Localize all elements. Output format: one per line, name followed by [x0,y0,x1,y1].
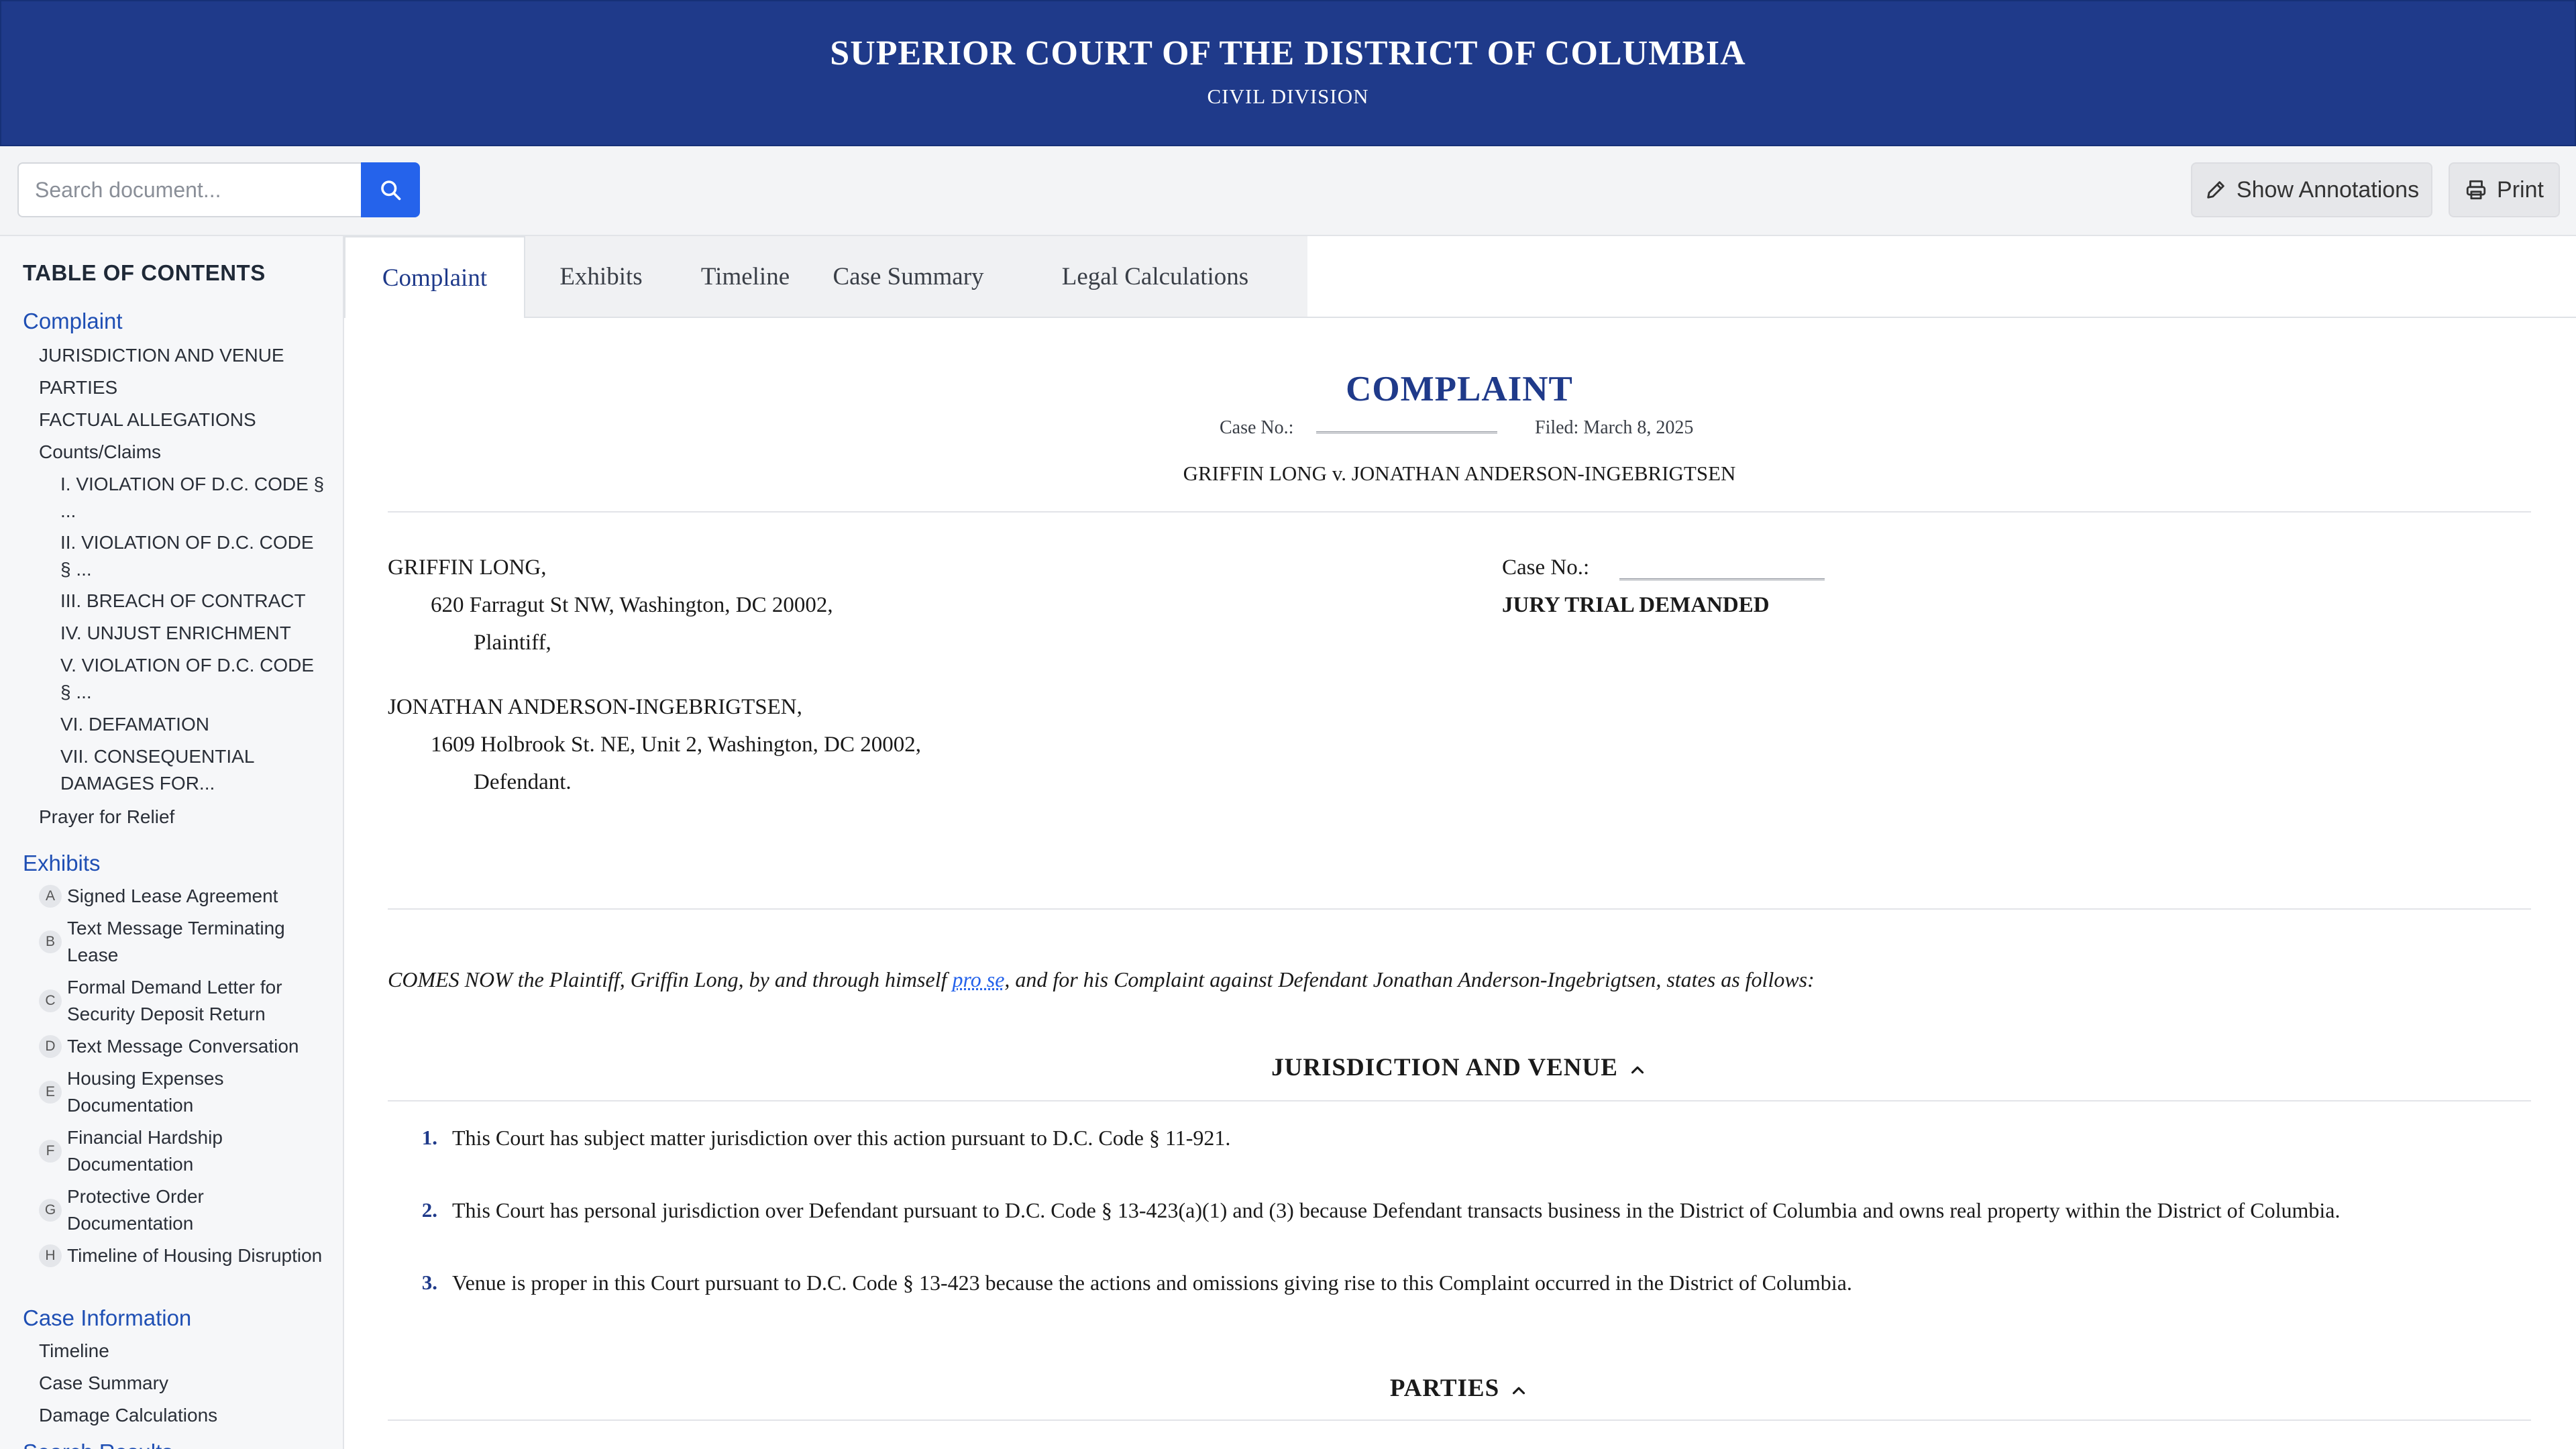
exhibit-badge: C [39,989,62,1012]
search-icon [381,180,401,201]
toc-exhibit-f[interactable]: F Financial Hardship Documentation [39,1124,334,1178]
exhibit-label: Protective Order Documentation [67,1186,204,1234]
exhibit-label: Timeline of Housing Disruption [67,1245,323,1266]
main-content: Complaint Exhibits Timeline Case Summary… [344,236,2576,1449]
toc-count-7[interactable]: VII. CONSEQUENTIAL DAMAGES FOR... [60,743,329,797]
complaint-intro: COMES NOW the Plaintiff, Griffin Long, b… [388,967,2531,992]
exhibit-label: Financial Hardship Documentation [67,1127,223,1175]
toc-item-jurisdiction[interactable]: JURISDICTION AND VENUE [39,342,284,369]
toc-section-complaint[interactable]: Complaint [23,309,123,334]
toc-count-4[interactable]: IV. UNJUST ENRICHMENT [60,620,329,647]
tab-complaint[interactable]: Complaint [344,236,525,318]
caption-case-number-label: Case No.: [1502,555,1590,580]
toc-item-damage-calculations[interactable]: Damage Calculations [39,1402,217,1429]
section-heading-parties[interactable]: PARTIES [388,1374,2531,1403]
toc-item-case-summary[interactable]: Case Summary [39,1370,168,1397]
toc-section-search-results[interactable]: Search Results [23,1440,173,1449]
toc-count-1[interactable]: I. VIOLATION OF D.C. CODE § ... [60,471,329,525]
paragraph-text: This Court has personal jurisdiction ove… [452,1198,2341,1222]
defendant-address: 1609 Holbrook St. NE, Unit 2, Washington… [431,733,921,757]
court-header: SUPERIOR COURT OF THE DISTRICT OF COLUMB… [0,0,2576,146]
plaintiff-address: 620 Farragut St NW, Washington, DC 20002… [431,593,833,617]
defendant-role: Defendant. [474,770,572,794]
divider [388,511,2531,513]
search-input[interactable] [17,162,362,217]
printer-icon [2466,180,2486,200]
paragraph-number: 1. [421,1126,437,1149]
show-annotations-button[interactable]: Show Annotations [2191,162,2432,217]
toc-exhibit-g[interactable]: G Protective Order Documentation [39,1183,334,1237]
search-button[interactable] [361,162,420,217]
toc-item-timeline[interactable]: Timeline [39,1338,109,1364]
chevron-up-icon [1513,1387,1525,1394]
plaintiff-role: Plaintiff, [474,631,551,655]
tab-timeline[interactable]: Timeline [677,236,814,317]
toc-count-2[interactable]: II. VIOLATION OF D.C. CODE § ... [60,529,329,583]
toc-exhibit-e[interactable]: E Housing Expenses Documentation [39,1065,334,1119]
table-of-contents-sidebar: TABLE OF CONTENTS Complaint JURISDICTION… [0,236,344,1449]
toc-title: TABLE OF CONTENTS [23,260,266,285]
toc-exhibit-b[interactable]: B Text Message Terminating Lease [39,915,334,969]
divider [388,1100,2531,1102]
paragraph-text: Venue is proper in this Court pursuant t… [452,1271,1852,1295]
divider [388,908,2531,910]
case-caption: GRIFFIN LONG v. JONATHAN ANDERSON-INGEBR… [1183,462,1736,485]
pencil-icon [2207,181,2224,199]
exhibit-badge: G [39,1199,62,1222]
exhibit-label: Housing Expenses Documentation [67,1068,224,1116]
toc-section-case-information[interactable]: Case Information [23,1305,191,1331]
exhibit-badge: H [39,1244,62,1267]
caption-case-number-blank [1619,578,1825,583]
toc-item-parties[interactable]: PARTIES [39,374,117,401]
toc-exhibit-h[interactable]: H Timeline of Housing Disruption [39,1242,334,1269]
toc-count-6[interactable]: VI. DEFAMATION [60,711,329,738]
toc-count-3[interactable]: III. BREACH OF CONTRACT [60,588,329,614]
toc-exhibit-d[interactable]: D Text Message Conversation [39,1033,334,1060]
section-heading-jurisdiction[interactable]: JURISDICTION AND VENUE [388,1053,2531,1082]
pro-se-link[interactable]: pro se [952,967,1004,991]
exhibit-badge: B [39,930,62,953]
divider [388,1419,2531,1421]
exhibit-label: Text Message Terminating Lease [67,918,285,965]
tab-legal-calculations[interactable]: Legal Calculations [1003,236,1307,317]
exhibit-badge: F [39,1140,62,1163]
document-tabs: Complaint Exhibits Timeline Case Summary… [344,236,2576,318]
paragraph-number: 3. [421,1271,437,1294]
toc-item-counts-claims[interactable]: Counts/Claims [39,439,161,466]
filed-date: Filed: March 8, 2025 [1535,417,1694,438]
paragraph-number: 2. [421,1198,437,1222]
intro-text: COMES NOW the Plaintiff, Griffin Long, b… [388,967,953,991]
jury-trial-demand: JURY TRIAL DEMANDED [1502,593,1770,617]
exhibit-badge: E [39,1081,62,1104]
defendant-name: JONATHAN ANDERSON-INGEBRIGTSEN, [388,695,802,719]
case-number-label: Case No.: [1220,417,1294,438]
exhibit-label: Signed Lease Agreement [67,885,278,906]
exhibit-label: Formal Demand Letter for Security Deposi… [67,977,282,1024]
case-number-blank [1316,431,1497,436]
plaintiff-name: GRIFFIN LONG, [388,555,547,580]
paragraph-text: This Court has subject matter jurisdicti… [452,1126,1231,1150]
intro-text-end: , and for his Complaint against Defendan… [1004,967,1815,991]
print-button[interactable]: Print [2449,162,2560,217]
toc-count-5[interactable]: V. VIOLATION OF D.C. CODE § ... [60,652,329,706]
exhibit-badge: D [39,1035,62,1058]
toc-item-prayer[interactable]: Prayer for Relief [39,804,174,830]
toolbar: Show Annotations Print [0,146,2576,236]
toc-exhibit-a[interactable]: A Signed Lease Agreement [39,883,334,910]
exhibit-label: Text Message Conversation [67,1036,299,1057]
chevron-up-icon [1631,1066,1644,1073]
division-name: CIVIL DIVISION [1207,85,1369,108]
toc-section-exhibits[interactable]: Exhibits [23,851,101,876]
section-heading-label: JURISDICTION AND VENUE [1271,1054,1618,1081]
exhibit-badge: A [39,885,62,908]
section-heading-label: PARTIES [1389,1375,1500,1402]
tab-case-summary[interactable]: Case Summary [814,236,1003,317]
court-name: SUPERIOR COURT OF THE DISTRICT OF COLUMB… [830,34,1746,72]
document-title: COMPLAINT [1346,370,1573,409]
print-label: Print [2497,176,2544,203]
toc-exhibit-c[interactable]: C Formal Demand Letter for Security Depo… [39,974,334,1028]
tab-exhibits[interactable]: Exhibits [525,236,677,317]
show-annotations-label: Show Annotations [2236,176,2420,203]
toc-item-factual-allegations[interactable]: FACTUAL ALLEGATIONS [39,407,256,433]
